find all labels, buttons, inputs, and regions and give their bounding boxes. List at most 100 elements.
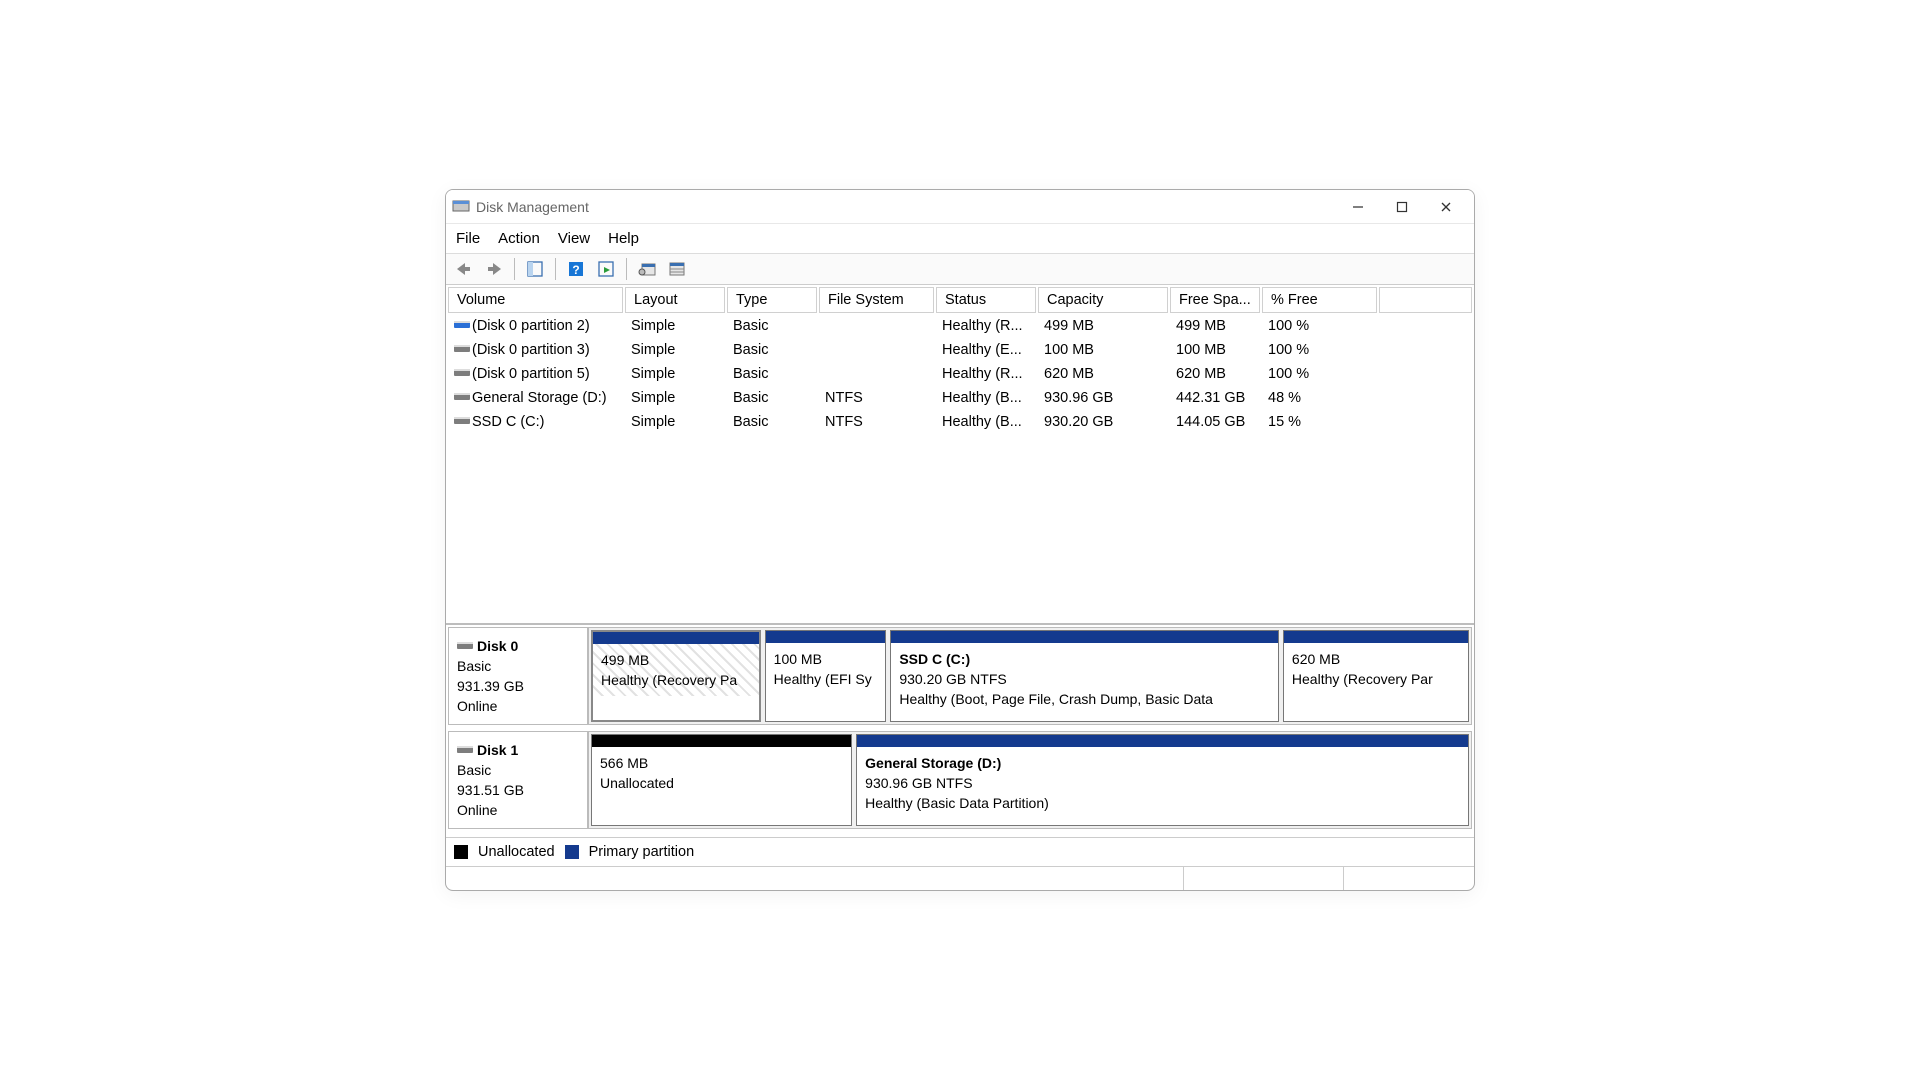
volume-pct: 15 % bbox=[1262, 411, 1377, 433]
disk-status: Online bbox=[457, 696, 579, 716]
volume-row[interactable]: (Disk 0 partition 5) SimpleBasic Healthy (… bbox=[448, 363, 1472, 385]
status-section bbox=[1184, 867, 1344, 890]
volume-icon bbox=[454, 342, 470, 358]
col-spacer bbox=[1379, 287, 1472, 313]
disk-type: Basic bbox=[457, 760, 579, 780]
col-filesystem[interactable]: File System bbox=[819, 287, 934, 313]
volume-layout: Simple bbox=[625, 363, 725, 385]
volume-free: 620 MB bbox=[1170, 363, 1260, 385]
volume-filesystem bbox=[819, 363, 934, 385]
menu-file[interactable]: File bbox=[456, 230, 480, 247]
volume-row[interactable]: General Storage (D:)SimpleBasicNTFSHealt… bbox=[448, 387, 1472, 409]
partition[interactable]: 620 MBHealthy (Recovery Par bbox=[1283, 630, 1469, 722]
volume-type: Basic bbox=[727, 363, 817, 385]
volume-filesystem bbox=[819, 339, 934, 361]
partition[interactable]: SSD C (C:)930.20 GB NTFSHealthy (Boot, P… bbox=[890, 630, 1279, 722]
partition[interactable]: 566 MBUnallocated bbox=[591, 734, 852, 826]
legend-unallocated-label: Unallocated bbox=[478, 844, 555, 860]
partition-status: Healthy (Boot, Page File, Crash Dump, Ba… bbox=[899, 689, 1270, 709]
partition[interactable]: 499 MBHealthy (Recovery Pa bbox=[591, 630, 761, 722]
forward-icon[interactable] bbox=[482, 257, 506, 281]
col-type[interactable]: Type bbox=[727, 287, 817, 313]
volume-name: SSD C (C:) bbox=[472, 414, 545, 430]
partition-status: Unallocated bbox=[600, 773, 843, 793]
volume-row[interactable]: (Disk 0 partition 3)SimpleBasicHealthy (… bbox=[448, 339, 1472, 361]
legend-primary-label: Primary partition bbox=[589, 844, 695, 860]
disk-type: Basic bbox=[457, 656, 579, 676]
volume-capacity: 499 MB bbox=[1038, 315, 1168, 337]
disk-management-icon bbox=[452, 198, 470, 216]
volume-name: (Disk 0 partition 2) bbox=[472, 318, 590, 334]
partition-stripe bbox=[592, 735, 851, 747]
disk-icon bbox=[457, 740, 473, 760]
volume-layout: Simple bbox=[625, 315, 725, 337]
back-icon[interactable] bbox=[452, 257, 476, 281]
menu-help[interactable]: Help bbox=[608, 230, 639, 247]
menu-view[interactable]: View bbox=[558, 230, 590, 247]
partition-title: SSD C (C:) bbox=[899, 649, 1270, 669]
toolbar-separator bbox=[514, 258, 515, 280]
volume-row[interactable]: SSD C (C:)SimpleBasicNTFSHealthy (B...93… bbox=[448, 411, 1472, 433]
volume-row[interactable]: (Disk 0 partition 2)SimpleBasicHealthy (… bbox=[448, 315, 1472, 337]
legend-primary-swatch bbox=[565, 845, 579, 859]
partition-stripe bbox=[891, 631, 1278, 643]
volume-layout: Simple bbox=[625, 339, 725, 361]
partition-container: 566 MBUnallocatedGeneral Storage (D:)930… bbox=[589, 732, 1471, 828]
disk-graphic-pane: Disk 0Basic931.39 GBOnline499 MBHealthy … bbox=[446, 625, 1474, 837]
close-button[interactable] bbox=[1424, 192, 1468, 222]
volume-filesystem: NTFS bbox=[819, 411, 934, 433]
volume-status: Healthy (B... bbox=[936, 387, 1036, 409]
refresh-icon[interactable] bbox=[594, 257, 618, 281]
help-icon[interactable]: ? bbox=[564, 257, 588, 281]
volume-free: 499 MB bbox=[1170, 315, 1260, 337]
volume-pct: 100 % bbox=[1262, 315, 1377, 337]
disk-name: Disk 0 bbox=[477, 638, 518, 654]
partition-stripe bbox=[593, 632, 759, 644]
partition-container: 499 MBHealthy (Recovery Pa100 MBHealthy … bbox=[589, 628, 1471, 724]
status-section bbox=[446, 867, 1184, 890]
partition[interactable]: 100 MBHealthy (EFI Sy bbox=[765, 630, 887, 722]
volume-capacity: 930.96 GB bbox=[1038, 387, 1168, 409]
volume-name: (Disk 0 partition 3) bbox=[472, 342, 590, 358]
volume-pct: 100 % bbox=[1262, 339, 1377, 361]
volume-pct: 100 % bbox=[1262, 363, 1377, 385]
toolbar-separator bbox=[555, 258, 556, 280]
col-pctfree[interactable]: % Free bbox=[1262, 287, 1377, 313]
partition-stripe bbox=[857, 735, 1468, 747]
maximize-button[interactable] bbox=[1380, 192, 1424, 222]
volume-layout: Simple bbox=[625, 387, 725, 409]
status-bar bbox=[446, 866, 1474, 890]
volume-icon bbox=[454, 414, 470, 430]
settings-view-icon[interactable] bbox=[635, 257, 659, 281]
partition-size: 100 MB bbox=[774, 649, 878, 669]
volume-pct: 48 % bbox=[1262, 387, 1377, 409]
col-layout[interactable]: Layout bbox=[625, 287, 725, 313]
list-view-icon[interactable] bbox=[665, 257, 689, 281]
disk-header[interactable]: Disk 1Basic931.51 GBOnline bbox=[449, 732, 589, 828]
volume-icon bbox=[454, 318, 470, 334]
volume-list-pane: Volume Layout Type File System Status Ca… bbox=[446, 285, 1474, 625]
status-section bbox=[1344, 867, 1474, 890]
partition[interactable]: General Storage (D:)930.96 GB NTFSHealth… bbox=[856, 734, 1469, 826]
col-capacity[interactable]: Capacity bbox=[1038, 287, 1168, 313]
volume-status: Healthy (E... bbox=[936, 339, 1036, 361]
volume-filesystem bbox=[819, 315, 934, 337]
disk-icon bbox=[457, 636, 473, 656]
menu-action[interactable]: Action bbox=[498, 230, 540, 247]
volume-name: (Disk 0 partition 5) bbox=[472, 366, 590, 382]
partition-title: General Storage (D:) bbox=[865, 753, 1460, 773]
volume-icon bbox=[454, 390, 470, 406]
col-status[interactable]: Status bbox=[936, 287, 1036, 313]
volume-table: Volume Layout Type File System Status Ca… bbox=[446, 285, 1474, 435]
col-freespace[interactable]: Free Spa... bbox=[1170, 287, 1260, 313]
disk-header[interactable]: Disk 0Basic931.39 GBOnline bbox=[449, 628, 589, 724]
volume-capacity: 100 MB bbox=[1038, 339, 1168, 361]
volume-free: 442.31 GB bbox=[1170, 387, 1260, 409]
show-hide-tree-icon[interactable] bbox=[523, 257, 547, 281]
minimize-button[interactable] bbox=[1336, 192, 1380, 222]
volume-type: Basic bbox=[727, 411, 817, 433]
volume-icon bbox=[454, 366, 470, 382]
col-volume[interactable]: Volume bbox=[448, 287, 623, 313]
menu-bar: File Action View Help bbox=[446, 224, 1474, 254]
volume-status: Healthy (R... bbox=[936, 363, 1036, 385]
